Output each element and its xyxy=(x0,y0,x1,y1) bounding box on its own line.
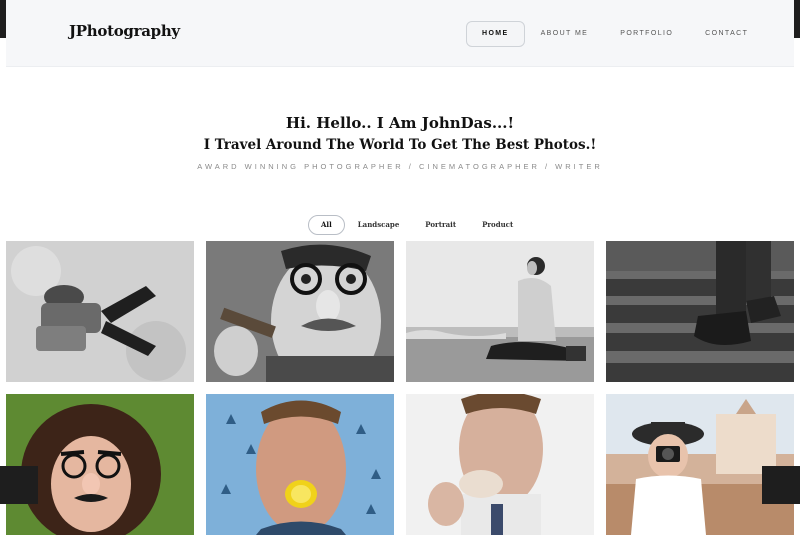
hero: Hi. Hello.. I Am JohnDas...! I Travel Ar… xyxy=(0,112,800,171)
corner-decoration-bottom-left xyxy=(0,466,38,504)
gallery-photo-man-eating-pastry[interactable] xyxy=(406,394,594,535)
gallery-photo-boots-on-railway[interactable] xyxy=(606,241,794,382)
photo-boots-on-railway xyxy=(606,241,794,382)
photo-woman-with-disguise-glasses xyxy=(6,394,194,535)
filter-portrait[interactable]: Portrait xyxy=(412,215,469,235)
gallery-photo-woman-sitting-on-beach[interactable] xyxy=(406,241,594,382)
gallery-photo-woman-with-disguise-glasses[interactable] xyxy=(6,394,194,535)
corner-decoration-bottom-right xyxy=(762,466,800,504)
photo-person-lying-on-grass xyxy=(6,241,194,382)
main-nav: HOME ABOUT ME PORTFOLIO CONTACT xyxy=(466,21,764,47)
hero-tagline: AWARD WINNING PHOTOGRAPHER / CINEMATOGRA… xyxy=(197,162,603,171)
photo-man-biting-lemon xyxy=(206,394,394,535)
gallery-photo-man-with-glasses-and-cigar[interactable] xyxy=(206,241,394,382)
hero-subtitle: I Travel Around The World To Get The Bes… xyxy=(203,137,597,153)
photo-woman-sitting-on-beach xyxy=(406,241,594,382)
gallery-photo-man-biting-lemon[interactable] xyxy=(206,394,394,535)
navbar: JPhotography HOME ABOUT ME PORTFOLIO CON… xyxy=(6,0,794,67)
filter-product[interactable]: Product xyxy=(469,215,526,235)
hero-greeting: Hi. Hello.. I Am JohnDas...! xyxy=(285,114,515,132)
filter-all[interactable]: All xyxy=(308,215,345,235)
photo-man-eating-pastry xyxy=(406,394,594,535)
nav-home[interactable]: HOME xyxy=(466,21,525,47)
brand-logo[interactable]: JPhotography xyxy=(69,22,180,40)
photo-woman-with-camera xyxy=(606,394,794,535)
filter-landscape[interactable]: Landscape xyxy=(345,215,413,235)
nav-contact[interactable]: CONTACT xyxy=(689,21,764,47)
gallery-photo-woman-with-camera[interactable] xyxy=(606,394,794,535)
gallery-photo-person-lying-on-grass[interactable] xyxy=(6,241,194,382)
photo-man-with-glasses-and-cigar xyxy=(206,241,394,382)
nav-about-me[interactable]: ABOUT ME xyxy=(525,21,605,47)
nav-portfolio[interactable]: PORTFOLIO xyxy=(604,21,689,47)
portfolio-filters: All Landscape Portrait Product xyxy=(308,215,526,235)
